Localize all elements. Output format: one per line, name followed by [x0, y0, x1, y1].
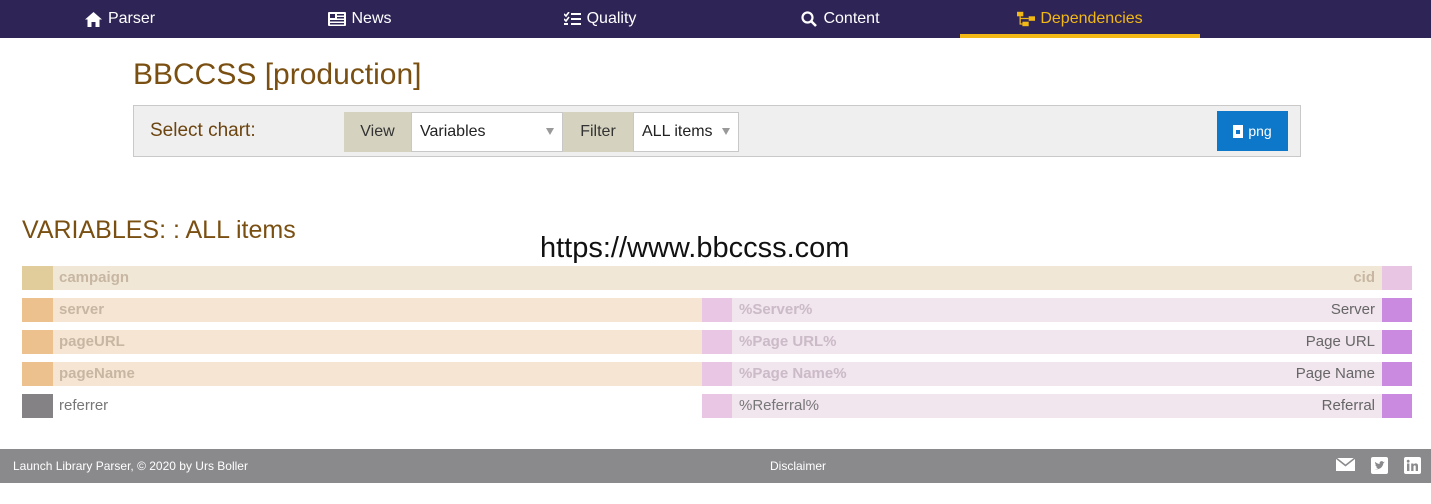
- middle-label: %Referral%: [739, 397, 820, 414]
- left-label: pageURL: [59, 333, 125, 350]
- right-node: [1382, 298, 1412, 322]
- middle-node: [702, 394, 732, 418]
- checklist-icon: [564, 11, 582, 27]
- envelope-icon[interactable]: [1335, 457, 1356, 474]
- link-bar: [53, 266, 1382, 290]
- copyright-text: Launch Library Parser, © 2020 by Urs Bol…: [13, 459, 248, 473]
- file-download-icon: [1233, 124, 1244, 138]
- left-node: [22, 298, 53, 322]
- view-addon-label: View: [344, 112, 411, 152]
- left-node: [22, 266, 53, 290]
- left-node: [22, 330, 53, 354]
- filter-select[interactable]: ALL items: [633, 112, 739, 152]
- link-bar: [53, 298, 702, 322]
- chart-row[interactable]: server %Server% Server: [22, 298, 1412, 322]
- middle-node: [702, 362, 732, 386]
- right-label: Page Name: [1295, 365, 1375, 382]
- nav-item-parser[interactable]: Parser: [0, 0, 240, 38]
- nav-label: Dependencies: [1040, 10, 1143, 27]
- nav-item-content[interactable]: Content: [720, 0, 960, 38]
- chevron-down-icon: [546, 128, 554, 135]
- linkedin-icon[interactable]: [1404, 457, 1422, 474]
- link-bar: [732, 394, 1382, 418]
- page-title: BBCCSS [production]: [133, 58, 422, 91]
- filter-addon-label: Filter: [563, 112, 633, 152]
- nav-label: Parser: [107, 10, 156, 27]
- link-bar: [53, 362, 702, 386]
- middle-label: %Page Name%: [739, 365, 847, 382]
- link-bar: [53, 330, 702, 354]
- view-select[interactable]: Variables: [411, 112, 563, 152]
- nav-item-dependencies[interactable]: Dependencies: [960, 0, 1200, 38]
- chart-select-bar: Select chart: View Variables Filter ALL …: [133, 105, 1301, 157]
- dependency-chart: VARIABLES: : ALL items https://www.bbccs…: [0, 206, 1431, 448]
- filter-select-value: ALL items: [642, 123, 713, 140]
- left-label: campaign: [59, 269, 130, 286]
- nav-item-news[interactable]: News: [240, 0, 480, 38]
- right-label: Page URL: [1305, 333, 1375, 350]
- right-label: cid: [1353, 269, 1375, 286]
- png-export-button[interactable]: png: [1217, 111, 1288, 151]
- chart-row[interactable]: pageURL %Page URL% Page URL: [22, 330, 1412, 354]
- left-label: pageName: [59, 365, 135, 382]
- chart-heading: VARIABLES: : ALL items: [22, 216, 296, 244]
- footer: Launch Library Parser, © 2020 by Urs Bol…: [0, 449, 1431, 483]
- middle-label: %Page URL%: [739, 333, 837, 350]
- png-button-label: png: [1248, 123, 1272, 139]
- select-chart-label: Select chart:: [150, 120, 256, 141]
- link-bar: [732, 298, 1382, 322]
- left-label: referrer: [59, 397, 109, 414]
- disclaimer-link[interactable]: Disclaimer: [770, 459, 826, 473]
- right-node: [1382, 362, 1412, 386]
- left-label: server: [59, 301, 105, 318]
- right-label: Referral: [1321, 397, 1375, 414]
- top-nav: Parser News Quality Content Dependencies: [0, 0, 1431, 38]
- twitter-icon[interactable]: [1371, 457, 1389, 474]
- right-label: Server: [1330, 301, 1375, 318]
- nav-label: Quality: [586, 10, 637, 27]
- middle-label: %Server%: [739, 301, 813, 318]
- chart-row[interactable]: referrer %Referral% Referral: [22, 394, 1412, 418]
- nav-item-quality[interactable]: Quality: [480, 0, 720, 38]
- right-node: [1382, 394, 1412, 418]
- home-icon: [85, 11, 103, 27]
- newspaper-icon: [328, 11, 347, 27]
- left-node: [22, 394, 53, 418]
- chart-row[interactable]: pageName %Page Name% Page Name: [22, 362, 1412, 386]
- chevron-down-icon: [722, 128, 730, 135]
- chart-row[interactable]: campaign cid: [22, 266, 1412, 290]
- left-node: [22, 362, 53, 386]
- view-select-value: Variables: [420, 123, 486, 140]
- search-icon: [800, 11, 818, 27]
- right-node: [1382, 266, 1412, 290]
- watermark-text: https://www.bbccss.com: [540, 232, 850, 264]
- middle-node: [702, 330, 732, 354]
- middle-node: [702, 298, 732, 322]
- sitemap-icon: [1017, 11, 1036, 27]
- right-node: [1382, 330, 1412, 354]
- nav-label: Content: [823, 10, 880, 27]
- nav-label: News: [351, 10, 392, 27]
